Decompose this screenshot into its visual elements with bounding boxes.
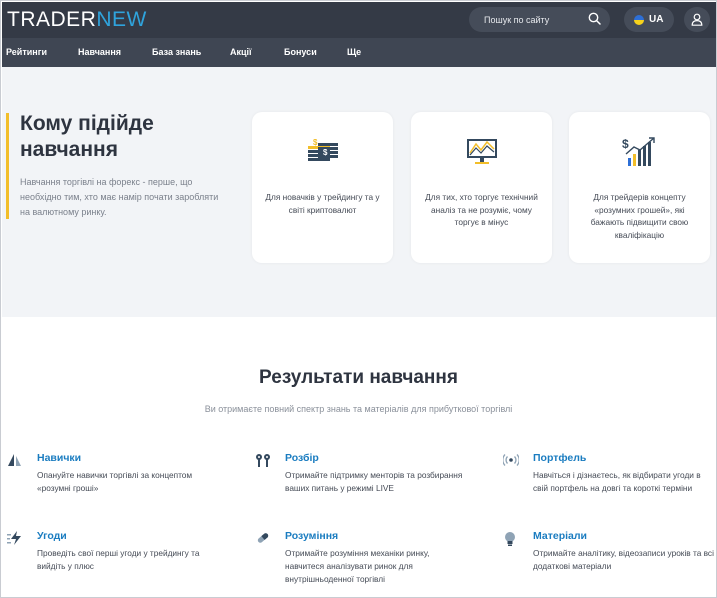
ukraine-flag-icon <box>634 15 644 25</box>
audience-card-beginners: $ $ Для новачків у трейдингу та у світі … <box>252 112 393 263</box>
result-item-text: Опануйте навички торгівлі за концептом «… <box>37 470 193 493</box>
result-item-text: Отримайте підтримку менторів та розбиран… <box>285 470 463 493</box>
earbuds-icon <box>255 453 271 474</box>
language-label: UA <box>649 14 664 25</box>
nav-item-ratings[interactable]: Рейтинги <box>6 47 47 57</box>
sail-icon <box>7 453 23 472</box>
result-item-title[interactable]: Матеріали <box>533 530 587 542</box>
site-logo[interactable]: TRADERNEW <box>7 8 147 32</box>
nav-item-more[interactable]: Ще <box>347 47 361 57</box>
nav-item-bonuses[interactable]: Бонуси <box>284 47 317 57</box>
user-icon <box>691 13 703 26</box>
result-item-text: Отримайте розуміння механіки ринку, навч… <box>285 548 430 584</box>
svg-text:$: $ <box>313 138 318 147</box>
lightning-icon <box>7 531 25 550</box>
page: TRADERNEW UA Рейтинги Навчання База знан… <box>0 0 717 598</box>
nav-item-promotions[interactable]: Акції <box>230 47 252 57</box>
results-title: Результати навчання <box>259 367 458 388</box>
top-header: TRADERNEW UA <box>2 2 716 38</box>
svg-text:$: $ <box>622 137 629 151</box>
nav-item-knowledge-base[interactable]: База знань <box>152 47 201 57</box>
result-item-title[interactable]: Портфель <box>533 452 586 464</box>
search-input[interactable] <box>469 7 581 32</box>
broadcast-icon <box>502 453 520 472</box>
audience-card-smart-money: $ Для трейдерів концепту «розумних гроше… <box>569 112 710 263</box>
audience-card-text: Для тих, хто торгує технічний аналіз та … <box>425 192 538 227</box>
accent-bar <box>6 113 9 219</box>
audience-card-technical-traders: Для тих, хто торгує технічний аналіз та … <box>411 112 552 263</box>
pill-icon <box>255 531 271 550</box>
result-item-title[interactable]: Навички <box>37 452 81 464</box>
language-switcher[interactable]: UA <box>624 7 674 32</box>
audience-title: Кому підійде навчання <box>20 112 154 161</box>
result-item-title[interactable]: Розуміння <box>285 530 338 542</box>
bulb-icon <box>503 531 517 552</box>
result-item-text: Навчіться і дізнаєтесь, як відбирати уго… <box>533 470 701 493</box>
search-box <box>469 7 610 32</box>
audience-section: Кому підійде навчання Навчання торгівлі … <box>2 67 716 317</box>
search-icon[interactable] <box>588 12 601 30</box>
result-item-text: Проведіть свої перші угоди у трейдингу т… <box>37 548 200 571</box>
svg-text:$: $ <box>323 148 328 157</box>
money-stack-icon: $ $ <box>306 136 340 169</box>
result-item-title[interactable]: Угоди <box>37 530 67 542</box>
nav-item-education[interactable]: Навчання <box>78 47 121 57</box>
audience-card-text: Для новачків у трейдингу та у світі крип… <box>265 192 380 215</box>
result-item-title[interactable]: Розбір <box>285 452 319 464</box>
monitor-chart-icon <box>465 136 499 171</box>
growth-chart-icon: $ <box>622 136 658 173</box>
audience-description: Навчання торгівлі на форекс - перше, що … <box>20 177 219 217</box>
audience-card-text: Для трейдерів концепту «розумних грошей»… <box>590 192 689 240</box>
logo-text-trader: TRADER <box>7 8 97 31</box>
result-item-text: Отримайте аналітику, відеозаписи уроків … <box>533 548 714 571</box>
main-nav: Рейтинги Навчання База знань Акції Бонус… <box>2 38 716 67</box>
logo-text-new: NEW <box>96 8 147 31</box>
user-account-button[interactable] <box>684 7 710 32</box>
results-subtitle: Ви отримаєте повний спектр знань та мате… <box>204 404 513 414</box>
